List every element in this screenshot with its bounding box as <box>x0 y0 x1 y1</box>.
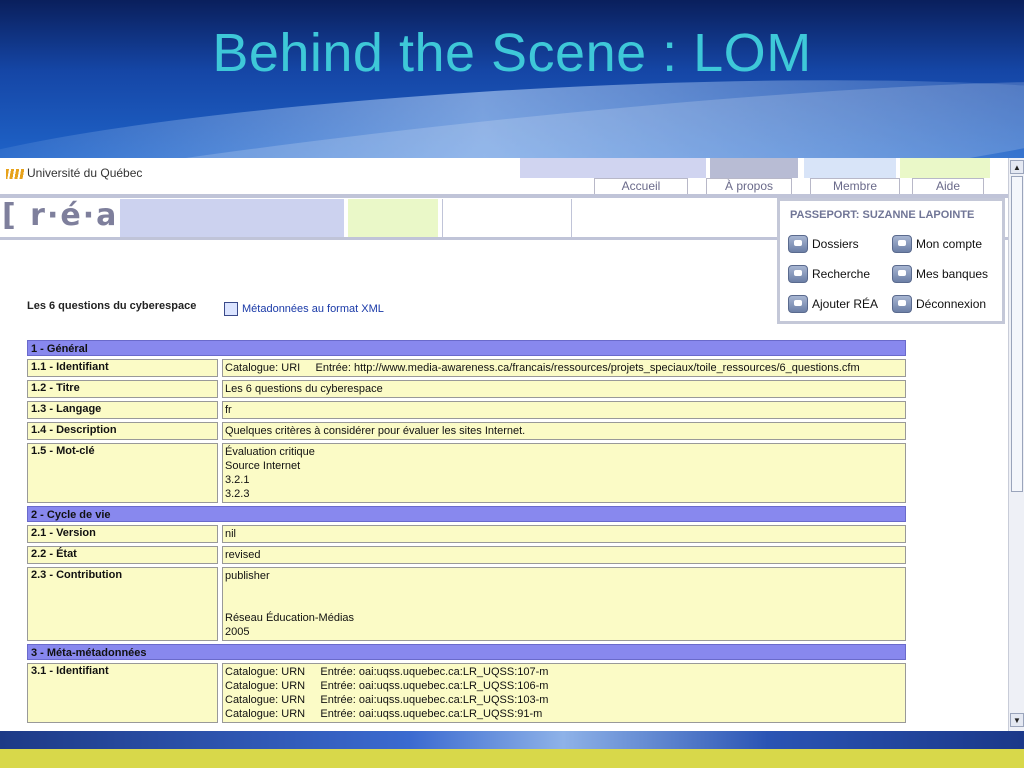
lom-field-value: Les 6 questions du cyberespace <box>222 380 906 398</box>
lom-field-value: Quelques critères à considérer pour éval… <box>222 422 906 440</box>
slide-header: Behind the Scene : LOM <box>0 0 1024 158</box>
lom-field-value: fr <box>222 401 906 419</box>
lom-field-label: 2.2 - État <box>27 546 218 564</box>
lom-metadata-table: 1 - Général 1.1 - Identifiant Catalogue: U… <box>27 340 906 726</box>
lom-row: 2.2 - État revised <box>27 546 906 564</box>
lom-field-value: publisher Réseau Éducation-Médias 2005 <box>222 567 906 641</box>
lom-value-line: Les 6 questions du cyberespace <box>225 383 383 395</box>
passport-panel: PASSEPORT: SUZANNE LAPOINTE Dossiers Mon… <box>777 198 1005 324</box>
lom-row: 1.4 - Description Quelques critères à con… <box>27 422 906 440</box>
lom-field-value: Évaluation critique Source Internet 3.2.1 3… <box>222 443 906 503</box>
passport-dossiers[interactable]: Dossiers <box>788 235 859 253</box>
lom-field-label: 2.3 - Contribution <box>27 567 218 641</box>
slide-title: Behind the Scene : LOM <box>212 23 812 83</box>
logout-icon <box>892 295 912 313</box>
lom-value-line: 3.2.1 <box>225 474 250 486</box>
slide-footer <box>0 731 1024 768</box>
lom-section-header: 2 - Cycle de vie <box>27 506 906 522</box>
lom-value-line: fr <box>225 404 232 416</box>
lom-value-line: Catalogue: URN Entrée: oai:uqss.uquebec.… <box>225 680 549 692</box>
tab-membre[interactable]: Membre <box>810 178 900 195</box>
lom-value-line: nil <box>225 528 237 540</box>
passport-ajouter-rea[interactable]: Ajouter RÉA <box>788 295 878 313</box>
lom-field-label: 1.1 - Identifiant <box>27 359 218 377</box>
footer-yellow-band <box>0 749 1024 768</box>
lom-value-line: Source Internet <box>225 460 301 472</box>
lom-field-label: 1.3 - Langage <box>27 401 218 419</box>
header-band <box>442 199 572 237</box>
lom-section-header: 3 - Méta-métadonnées <box>27 644 906 660</box>
lom-value-line: revised <box>225 549 261 561</box>
passport-deconnexion[interactable]: Déconnexion <box>892 295 986 313</box>
lom-value-line: Catalogue: URI Entrée: http://www.media-… <box>225 362 860 374</box>
lom-value-line: 3.2.3 <box>225 488 250 500</box>
lom-value-line: Catalogue: URN Entrée: oai:uqss.uquebec.… <box>225 694 549 706</box>
lom-row: 2.1 - Version nil <box>27 525 906 543</box>
passport-mes-banques[interactable]: Mes banques <box>892 265 988 283</box>
uq-logo-icon <box>6 168 24 179</box>
lom-field-value: Catalogue: URI Entrée: http://www.media-… <box>222 359 906 377</box>
lom-field-value: revised <box>222 546 906 564</box>
lom-row: 2.3 - Contribution publisher Réseau Éducat… <box>27 567 906 641</box>
header-band <box>120 199 344 237</box>
lom-value-line: Quelques critères à considérer pour éval… <box>225 425 526 437</box>
university-name: Université du Québec <box>27 166 143 180</box>
account-icon <box>892 235 912 253</box>
lom-field-label: 3.1 - Identifiant <box>27 663 218 723</box>
lom-value-line <box>225 583 903 597</box>
xml-metadata-link[interactable]: Métadonnées au format XML <box>224 302 384 316</box>
xml-document-icon <box>224 302 238 316</box>
document-title: Les 6 questions du cyberespace <box>27 300 197 312</box>
lom-value-line: Catalogue: URN Entrée: oai:uqss.uquebec.… <box>225 708 543 720</box>
lom-field-value: nil <box>222 525 906 543</box>
lom-section-header: 1 - Général <box>27 340 906 356</box>
lom-row: 3.1 - Identifiant Catalogue: URN Entrée: … <box>27 663 906 723</box>
scroll-down-button[interactable]: ▼ <box>1010 713 1024 727</box>
tab-accueil[interactable]: Accueil <box>594 178 688 195</box>
lom-field-label: 1.2 - Titre <box>27 380 218 398</box>
lom-value-line: publisher <box>225 570 270 582</box>
passport-heading: PASSEPORT: SUZANNE LAPOINTE <box>790 209 975 221</box>
bank-icon <box>892 265 912 283</box>
university-logo[interactable]: Université du Québec <box>6 166 142 180</box>
tab-aide[interactable]: Aide <box>912 178 984 195</box>
lom-value-line: Évaluation critique <box>225 446 315 458</box>
scroll-up-button[interactable]: ▲ <box>1010 160 1024 174</box>
tab-a-propos[interactable]: À propos <box>706 178 792 195</box>
lom-value-line <box>225 597 903 611</box>
folder-icon <box>788 235 808 253</box>
lom-field-label: 1.4 - Description <box>27 422 218 440</box>
lom-value-line: Réseau Éducation-Médias <box>225 612 355 624</box>
vertical-scrollbar[interactable]: ▲ ▼ <box>1008 158 1024 731</box>
lom-field-label: 2.1 - Version <box>27 525 218 543</box>
passport-mon-compte[interactable]: Mon compte <box>892 235 982 253</box>
lom-value-line: 2005 <box>225 626 250 638</box>
add-icon <box>788 295 808 313</box>
scroll-thumb[interactable] <box>1011 176 1023 492</box>
lom-row: 1.5 - Mot-clé Évaluation critique Source I… <box>27 443 906 503</box>
lom-field-label: 1.5 - Mot-clé <box>27 443 218 503</box>
passport-recherche[interactable]: Recherche <box>788 265 870 283</box>
header-color-bands <box>520 158 1008 178</box>
lom-value-line: Catalogue: URN Entrée: oai:uqss.uquebec.… <box>225 666 549 678</box>
lom-field-value: Catalogue: URN Entrée: oai:uqss.uquebec.… <box>222 663 906 723</box>
lom-row: 1.2 - Titre Les 6 questions du cyberespac… <box>27 380 906 398</box>
footer-blue-band <box>0 731 1024 749</box>
header-band <box>348 199 438 237</box>
lom-row: 1.3 - Langage fr <box>27 401 906 419</box>
browser-page: Université du Québec Accueil À propos Me… <box>0 158 1008 731</box>
search-icon <box>788 265 808 283</box>
lom-row: 1.1 - Identifiant Catalogue: URI Entrée: … <box>27 359 906 377</box>
